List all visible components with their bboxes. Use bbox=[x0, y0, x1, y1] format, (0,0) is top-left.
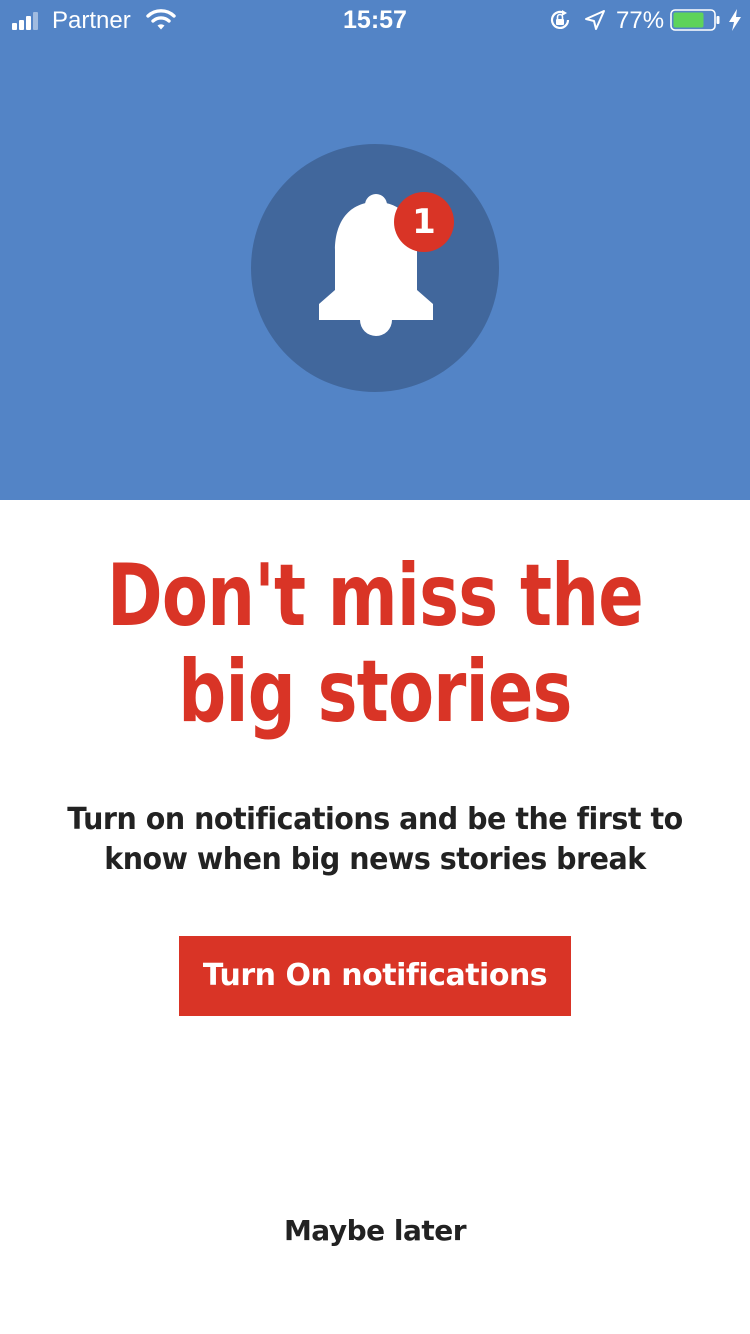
headline-line-2: big stories bbox=[178, 642, 572, 742]
status-bar: Partner 15:57 77% bbox=[0, 0, 750, 40]
battery-icon bbox=[670, 9, 720, 31]
notification-badge: 1 bbox=[394, 192, 454, 252]
headline-line-1: Don't miss the bbox=[107, 546, 644, 646]
maybe-later-link[interactable]: Maybe later bbox=[225, 1208, 525, 1254]
subtitle: Turn on notifications and be the first t… bbox=[57, 800, 694, 880]
rotation-lock-icon bbox=[550, 10, 570, 29]
battery-percent: 77% bbox=[616, 7, 665, 34]
subtitle-line-2: know when big news stories break bbox=[104, 842, 646, 877]
charging-bolt-icon bbox=[729, 9, 741, 31]
location-arrow-icon bbox=[585, 10, 605, 30]
subtitle-line-1: Turn on notifications and be the first t… bbox=[67, 802, 683, 837]
turn-on-notifications-button[interactable]: Turn On notifications bbox=[179, 936, 571, 1016]
headline: Don't miss the big stories bbox=[83, 548, 668, 740]
hero-banner: Partner 15:57 77% 1 bbox=[0, 0, 750, 500]
